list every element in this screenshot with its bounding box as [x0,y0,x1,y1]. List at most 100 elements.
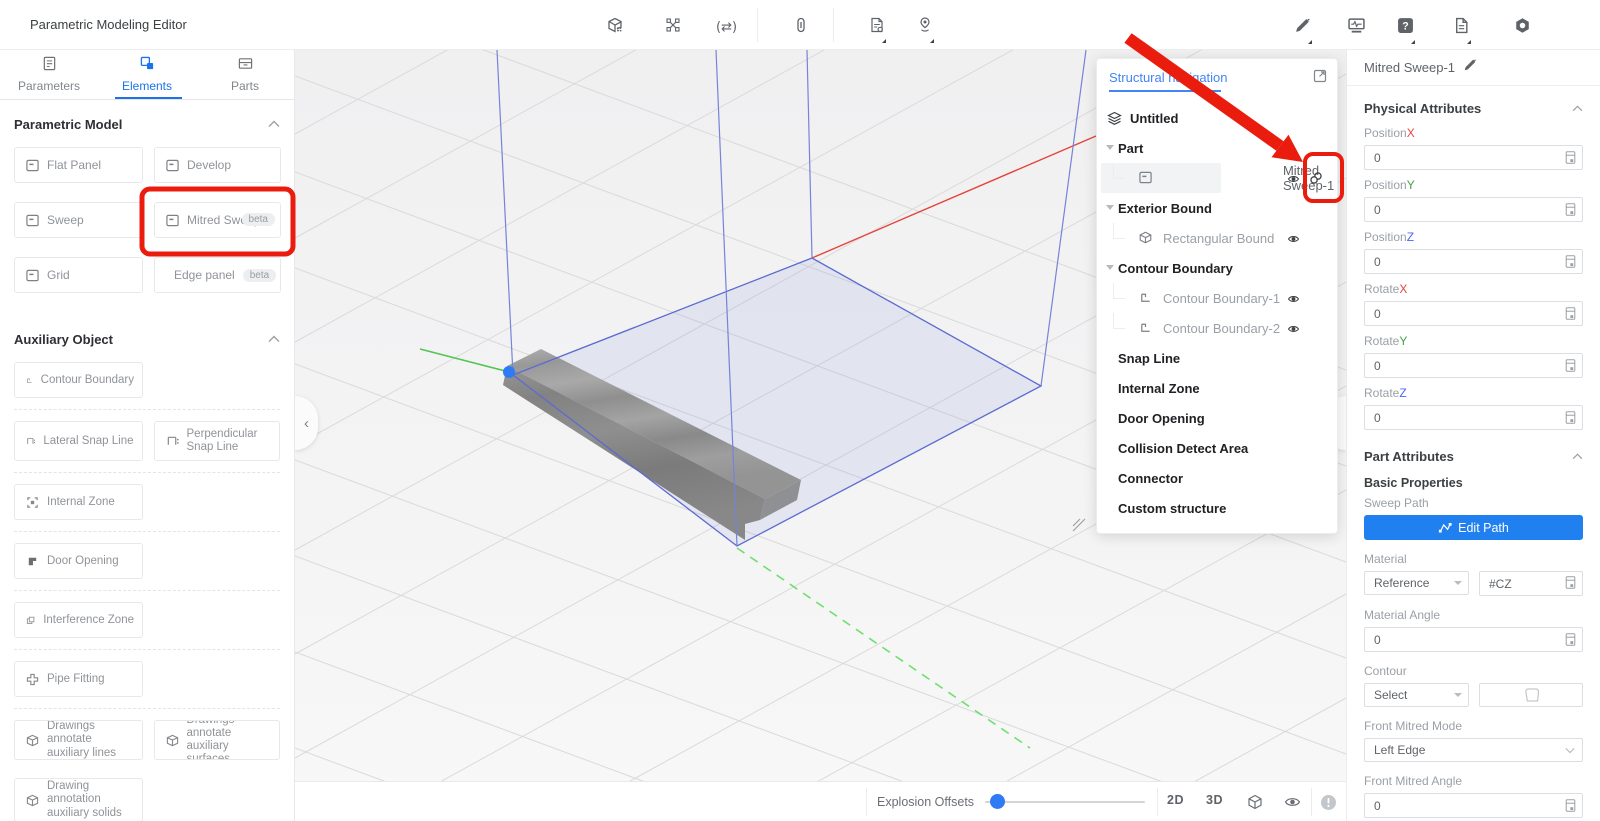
calculator-icon[interactable] [1565,799,1576,817]
visibility-eye-icon[interactable] [1284,794,1301,815]
flat-panel-button[interactable]: Flat Panel [14,147,143,183]
grid-button[interactable]: Grid [14,257,143,293]
material-angle-input[interactable] [1364,627,1583,652]
visibility-eye-icon[interactable] [1287,172,1300,190]
contour-preview[interactable] [1479,683,1583,707]
rotate-z-input[interactable] [1364,405,1583,430]
calculator-icon[interactable] [1565,576,1576,594]
material-type-dropdown[interactable]: Reference [1364,571,1469,595]
physical-attributes-title: Physical Attributes [1364,101,1481,116]
tab-parts[interactable]: Parts [196,50,294,99]
bind-link-icon[interactable] [793,17,809,33]
position-x-input[interactable] [1364,145,1583,170]
button-label: Internal Zone [47,496,115,508]
front-mitred-mode-select[interactable]: Left Edge [1364,738,1583,762]
tab-parameters[interactable]: Parameters [0,50,98,99]
tree-group-door-opening[interactable]: Door Opening [1097,403,1337,433]
collapse-chevron-icon[interactable] [268,115,280,133]
expand-caret-icon[interactable] [1106,205,1114,210]
calculator-icon[interactable] [1565,633,1576,651]
visibility-eye-icon[interactable] [1287,232,1300,250]
develop-button[interactable]: Develop [154,147,281,183]
tree-item-mitred-sweep-1[interactable]: Mitred Sweep-1 [1097,163,1337,193]
sweep-button[interactable]: Sweep [14,202,143,238]
perpendicular-snap-line-button[interactable]: Perpendicular Snap Line [154,421,281,461]
tree-item-contour-boundary-2[interactable]: Contour Boundary-2 [1097,313,1337,343]
edge-panel-button[interactable]: Edge panel beta [154,257,281,293]
link-reference-icon[interactable] [1309,171,1323,190]
tree-group-snap-line[interactable]: Snap Line [1097,343,1337,373]
app-title: Parametric Modeling Editor [30,17,187,32]
popout-icon[interactable] [1313,69,1327,88]
settings-nut-icon[interactable] [1514,17,1530,33]
tree-group-part[interactable]: Part [1097,133,1337,163]
dropdown-caret[interactable] [882,39,886,43]
expand-caret-icon[interactable] [1106,265,1114,270]
interference-zone-button[interactable]: Interference Zone [14,602,143,638]
component-cube-icon[interactable] [607,17,623,33]
drawings-annotate-surfaces-button[interactable]: Drawings annotate auxiliary surfaces [154,720,281,760]
rotate-y-input[interactable] [1364,353,1583,378]
document-icon[interactable] [1453,17,1469,33]
explosion-offsets-slider[interactable] [985,801,1145,803]
mitred-sweep-button[interactable]: Mitred Sweep beta [154,202,281,238]
structural-navigation-tab[interactable]: Structural navigation [1109,70,1228,85]
rename-pencil-icon[interactable] [1463,58,1477,77]
tree-group-custom-structure[interactable]: Custom structure [1097,493,1337,523]
swap-icon[interactable]: (⇄) [716,18,737,34]
tree-item-rectangular-bound[interactable]: Rectangular Bound [1097,223,1337,253]
pipe-fitting-button[interactable]: Pipe Fitting [14,661,143,697]
calculator-icon[interactable] [1565,203,1576,221]
calculator-icon[interactable] [1565,151,1576,169]
node-connect-icon[interactable] [665,17,681,33]
collapse-chevron-icon[interactable] [268,330,280,348]
view-2d-button[interactable]: 2D [1167,793,1184,807]
edit-path-button[interactable]: Edit Path [1364,515,1583,540]
expand-caret-icon[interactable] [1106,145,1114,150]
help-icon[interactable]: ? [1397,17,1413,33]
view-3d-button[interactable]: 3D [1206,793,1223,807]
collapse-chevron-icon[interactable] [1572,447,1583,465]
tree-root-untitled[interactable]: Untitled [1097,103,1337,133]
material-pin-icon[interactable] [917,17,933,33]
lateral-snap-line-button[interactable]: Lateral Snap Line [14,421,143,461]
tree-group-collision-detect-area[interactable]: Collision Detect Area [1097,433,1337,463]
explosion-offsets-knob[interactable] [990,794,1005,809]
contour-boundary-button[interactable]: Contour Boundary [14,362,143,398]
tab-elements[interactable]: Elements [98,50,196,99]
internal-zone-button[interactable]: Internal Zone [14,484,143,520]
calculator-icon[interactable] [1565,359,1576,377]
collapse-chevron-icon[interactable] [1572,99,1583,117]
warning-icon[interactable] [1320,794,1337,816]
visibility-eye-icon[interactable] [1287,322,1300,340]
tree-group-exterior-bound[interactable]: Exterior Bound [1097,193,1337,223]
contour-select-dropdown[interactable]: Select [1364,683,1469,707]
calculator-icon[interactable] [1565,307,1576,325]
tree-group-internal-zone[interactable]: Internal Zone [1097,373,1337,403]
visibility-eye-icon[interactable] [1287,292,1300,310]
export-document-icon[interactable] [869,17,885,33]
field-label-position-z: PositionZ [1364,230,1583,244]
rotate-x-input[interactable] [1364,301,1583,326]
dropdown-caret[interactable] [930,39,934,43]
front-mitred-angle-input[interactable] [1364,793,1583,818]
dropdown-caret[interactable] [1467,40,1471,44]
tree-group-connector[interactable]: Connector [1097,463,1337,493]
dropdown-caret[interactable] [1308,40,1312,44]
position-z-input[interactable] [1364,249,1583,274]
cube-view-icon[interactable] [1247,794,1263,815]
path-start-point[interactable] [503,366,515,378]
field-label-position-x: PositionX [1364,126,1583,140]
position-y-input[interactable] [1364,197,1583,222]
dropdown-caret[interactable] [1411,40,1415,44]
drawing-annotation-solids-button[interactable]: Drawing annotation auxiliary solids [14,778,143,821]
tree-item-contour-boundary-1[interactable]: Contour Boundary-1 [1097,283,1337,313]
calculator-icon[interactable] [1565,411,1576,429]
drawings-annotate-lines-button[interactable]: Drawings annotate auxiliary lines [14,720,143,760]
root-label: Untitled [1130,111,1178,126]
calculator-icon[interactable] [1565,255,1576,273]
tree-group-contour-boundary[interactable]: Contour Boundary [1097,253,1337,283]
door-opening-button[interactable]: Door Opening [14,543,143,579]
activity-monitor-icon[interactable] [1348,17,1364,33]
edit-pencil-icon[interactable] [1294,17,1310,33]
